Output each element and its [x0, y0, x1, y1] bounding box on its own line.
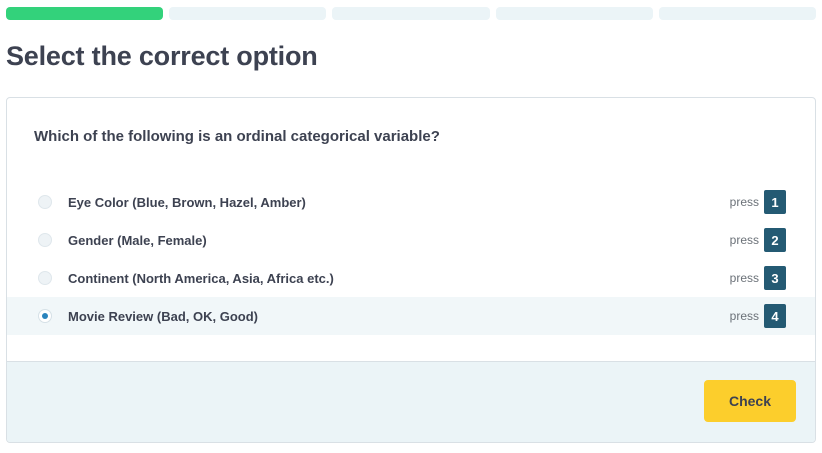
press-hint: press	[729, 309, 759, 323]
page-title: Select the correct option	[6, 41, 318, 71]
progress-segment-4	[495, 7, 653, 20]
key-badge: 2	[764, 228, 786, 252]
option-label: Movie Review (Bad, OK, Good)	[68, 308, 258, 324]
option-label: Gender (Male, Female)	[68, 232, 207, 248]
options-list: Eye Color (Blue, Brown, Hazel, Amber) pr…	[7, 183, 815, 335]
key-badge: 3	[764, 266, 786, 290]
radio-button[interactable]	[38, 233, 52, 247]
progress-bar	[6, 7, 817, 20]
check-button[interactable]: Check	[704, 380, 796, 422]
radio-button[interactable]	[38, 309, 52, 323]
progress-segment-3	[332, 7, 490, 20]
key-badge: 1	[764, 190, 786, 214]
option-3[interactable]: Continent (North America, Asia, Africa e…	[7, 259, 815, 297]
press-hint: press	[729, 271, 759, 285]
option-label: Eye Color (Blue, Brown, Hazel, Amber)	[68, 194, 306, 210]
option-4[interactable]: Movie Review (Bad, OK, Good) press 4	[7, 297, 815, 335]
radio-button[interactable]	[38, 271, 52, 285]
option-2[interactable]: Gender (Male, Female) press 2	[7, 221, 815, 259]
card-footer: Check	[7, 361, 815, 442]
progress-segment-1	[6, 7, 164, 20]
press-hint: press	[729, 195, 759, 209]
press-hint: press	[729, 233, 759, 247]
question-card: Which of the following is an ordinal cat…	[6, 97, 816, 443]
key-badge: 4	[764, 304, 786, 328]
radio-button[interactable]	[38, 195, 52, 209]
question-text: Which of the following is an ordinal cat…	[34, 128, 440, 145]
progress-segment-2	[169, 7, 327, 20]
option-1[interactable]: Eye Color (Blue, Brown, Hazel, Amber) pr…	[7, 183, 815, 221]
option-label: Continent (North America, Asia, Africa e…	[68, 270, 334, 286]
progress-segment-5	[658, 7, 817, 20]
